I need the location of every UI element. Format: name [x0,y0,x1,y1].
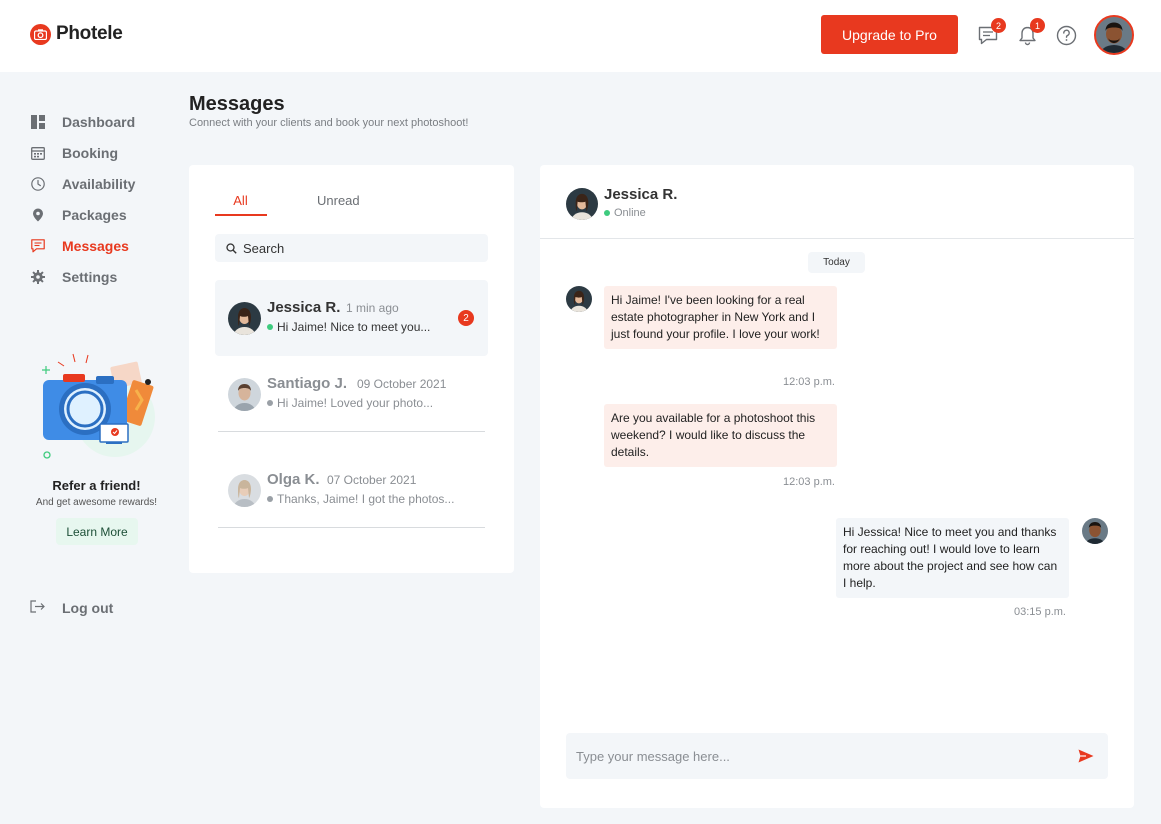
avatar [1082,518,1108,544]
conversation-time: 07 October 2021 [327,473,417,487]
status-text: Online [614,207,646,219]
message-icon [30,239,45,254]
preview-text: Hi Jaime! Loved your photo... [277,396,434,410]
contact-avatar[interactable] [566,188,598,220]
sidebar-item-label: Booking [62,145,118,161]
sidebar-item-label: Packages [62,207,127,223]
dashboard-icon [30,115,45,130]
brand-name: Photele [56,23,123,44]
brand[interactable]: Photele [30,23,123,45]
avatar [566,286,592,312]
avatar [228,474,261,507]
divider [218,431,485,432]
clock-icon [30,177,45,192]
sidebar-item-settings[interactable]: Settings [30,269,117,285]
gear-icon [30,270,45,285]
logout-button[interactable]: Log out [30,600,113,616]
conversation-time: 1 min ago [346,301,399,315]
send-button[interactable] [1076,746,1096,766]
divider [218,527,485,528]
message-time: 12:03 p.m. [783,476,835,488]
refer-subtitle: And get awesome rewards! [35,497,158,508]
conversation-item-jessica[interactable]: Jessica R. 1 min ago Hi Jaime! Nice to m… [215,280,488,356]
logout-label: Log out [62,600,114,616]
search-icon [226,242,237,254]
search-input[interactable] [243,240,483,256]
sidebar-item-label: Dashboard [62,114,136,130]
search-box[interactable] [215,234,488,262]
sidebar-item-label: Availability [62,176,136,192]
conversation-item-santiago[interactable]: Santiago J. 09 October 2021 Hi Jaime! Lo… [215,356,488,432]
offline-indicator [267,400,273,406]
sidebar-item-label: Settings [62,269,118,285]
conversation-name: Olga K. [267,471,320,488]
online-indicator [604,210,610,216]
sidebar-item-dashboard[interactable]: Dashboard [30,114,135,130]
upgrade-button[interactable]: Upgrade to Pro [821,15,958,54]
refer-illustration [40,352,164,462]
page-title: Messages [189,93,285,115]
sidebar-item-packages[interactable]: Packages [30,207,127,223]
conversation-name: Jessica R. [267,299,341,316]
notifications-badge: 1 [1030,18,1045,33]
sidebar-item-label: Messages [62,238,129,254]
top-bar: Photele Upgrade to Pro 2 1 [0,0,1161,72]
message-time: 12:03 p.m. [783,376,835,388]
message-input[interactable] [576,748,1076,764]
send-icon [1078,749,1094,763]
chat-panel: Jessica R. Online Today Hi Jaime! I've b… [540,165,1134,808]
tab-all[interactable]: All [214,193,267,208]
location-pin-icon [30,208,45,223]
avatar [228,302,261,335]
message-time: 03:15 p.m. [1014,606,1066,618]
sidebar-item-booking[interactable]: Booking [30,145,118,161]
conversation-time: 09 October 2021 [357,377,447,391]
page-subtitle: Connect with your clients and book your … [189,117,469,129]
message-bubble: Hi Jessica! Nice to meet you and thanks … [836,518,1069,598]
preview-text: Hi Jaime! Nice to meet you... [277,320,431,334]
conversation-name: Santiago J. [267,375,348,392]
message-bubble: Are you available for a photoshoot this … [604,404,837,467]
active-tab-indicator [215,214,267,216]
messages-badge: 2 [991,18,1006,33]
conversation-preview: Hi Jaime! Nice to meet you... [267,320,430,334]
contact-status: Online [604,207,646,219]
divider [540,238,1134,239]
messages-button[interactable]: 2 [977,18,1006,46]
message-composer [566,733,1108,779]
date-separator: Today [808,252,865,273]
camera-logo-icon [30,23,51,45]
avatar [228,378,261,411]
conversation-preview: Thanks, Jaime! I got the photos... [267,492,454,506]
logout-icon [30,600,45,616]
message-bubble: Hi Jaime! I've been looking for a real e… [604,286,837,349]
refer-title: Refer a friend! [52,478,141,493]
conversation-item-olga[interactable]: Olga K. 07 October 2021 Thanks, Jaime! I… [215,452,488,528]
preview-text: Thanks, Jaime! I got the photos... [277,492,455,506]
conversation-preview: Hi Jaime! Loved your photo... [267,396,433,410]
sidebar-item-availability[interactable]: Availability [30,176,135,192]
calendar-icon [30,146,45,161]
tab-unread[interactable]: Unread [317,193,360,208]
user-avatar[interactable] [1094,15,1134,55]
contact-name[interactable]: Jessica R. [604,186,677,203]
learn-more-button[interactable]: Learn More [56,518,138,545]
sidebar-item-messages[interactable]: Messages [30,238,129,254]
conversation-list: All Unread Jessica R. 1 min ago Hi Jaime… [189,165,514,573]
help-icon [1056,25,1076,45]
offline-indicator [267,496,273,502]
help-button[interactable] [1055,24,1077,46]
notifications-button[interactable]: 1 [1016,18,1045,46]
online-indicator [267,324,273,330]
unread-badge: 2 [458,310,474,326]
